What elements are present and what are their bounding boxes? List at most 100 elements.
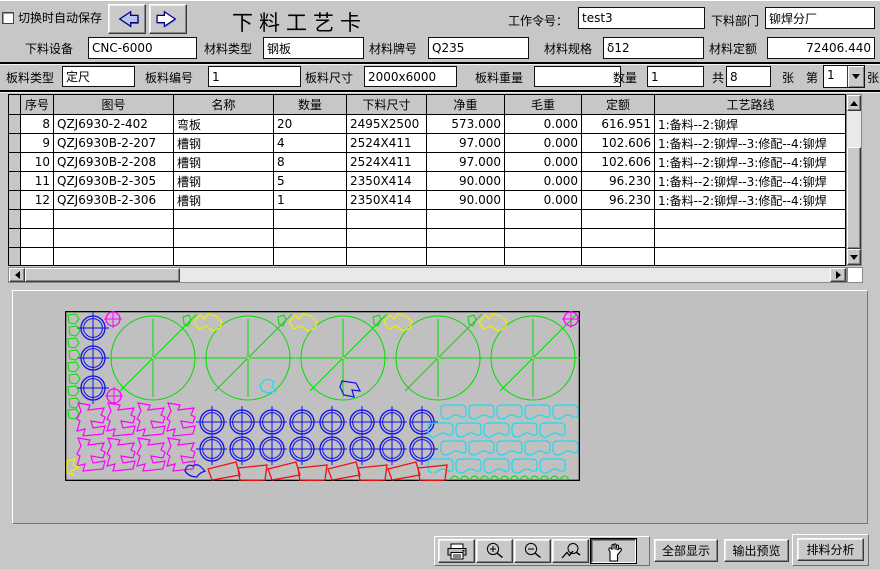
cell[interactable]: 槽钢 <box>174 191 274 210</box>
table-row[interactable]: 11QZJ6930B-2-305槽钢52350X41490.0000.00096… <box>9 172 845 191</box>
cell[interactable]: 2524X411 <box>347 134 427 153</box>
table-row[interactable] <box>9 210 845 229</box>
cell[interactable] <box>54 229 174 248</box>
cell[interactable]: 5 <box>274 172 347 191</box>
row-selector[interactable] <box>9 115 21 134</box>
cell[interactable]: 97.000 <box>427 134 505 153</box>
cell[interactable] <box>21 210 54 229</box>
cell[interactable]: QZJ6930B-2-305 <box>54 172 174 191</box>
cell[interactable]: 0.000 <box>505 153 582 172</box>
cell[interactable] <box>347 229 427 248</box>
print-button[interactable] <box>438 539 475 563</box>
cell[interactable]: 2495X2500 <box>347 115 427 134</box>
cell[interactable]: QZJ6930-2-402 <box>54 115 174 134</box>
table-row[interactable] <box>9 229 845 248</box>
cell[interactable]: 11 <box>21 172 54 191</box>
row-selector[interactable] <box>9 248 21 266</box>
nesting-analysis-button[interactable]: 排料分析 <box>797 538 864 561</box>
cell[interactable] <box>505 210 582 229</box>
cell[interactable] <box>347 210 427 229</box>
cell[interactable] <box>427 210 505 229</box>
scroll-right-button[interactable] <box>830 268 846 282</box>
current-sheet-combo[interactable]: 1 <box>823 65 865 88</box>
cell[interactable]: 0.000 <box>505 172 582 191</box>
cell[interactable]: 槽钢 <box>174 172 274 191</box>
material-grade-input[interactable] <box>428 37 529 59</box>
sheet-qty-input[interactable] <box>647 66 704 87</box>
table-row[interactable]: 12QZJ6930B-2-306槽钢12350X41490.0000.00096… <box>9 191 845 210</box>
cell[interactable] <box>655 229 846 248</box>
cell[interactable]: 102.606 <box>582 134 655 153</box>
cell[interactable] <box>505 229 582 248</box>
cell[interactable]: 573.000 <box>427 115 505 134</box>
scroll-left-button[interactable] <box>9 268 25 282</box>
cell[interactable]: 10 <box>21 153 54 172</box>
cell[interactable]: 1:备料--2:铆焊--3:修配--4:铆焊 <box>655 191 846 210</box>
device-input[interactable] <box>88 37 197 59</box>
row-selector[interactable] <box>9 134 21 153</box>
cell[interactable]: 90.000 <box>427 172 505 191</box>
material-type-input[interactable] <box>263 37 364 59</box>
material-quota-input[interactable] <box>767 37 875 59</box>
cell[interactable] <box>582 210 655 229</box>
cell[interactable] <box>347 248 427 266</box>
cell[interactable] <box>174 229 274 248</box>
cell[interactable]: QZJ6930B-2-208 <box>54 153 174 172</box>
cell[interactable] <box>655 248 846 266</box>
cell[interactable]: 0.000 <box>505 191 582 210</box>
cell[interactable]: 2350X414 <box>347 172 427 191</box>
cell[interactable]: 8 <box>274 153 347 172</box>
table-vscrollbar[interactable] <box>846 94 862 266</box>
autosave-checkbox[interactable] <box>2 12 14 24</box>
vscroll-thumb[interactable] <box>847 147 861 249</box>
cell[interactable]: 90.000 <box>427 191 505 210</box>
cell[interactable] <box>54 210 174 229</box>
row-selector[interactable] <box>9 210 21 229</box>
prev-record-button[interactable] <box>108 4 146 34</box>
department-input[interactable] <box>765 7 875 29</box>
cell[interactable]: 20 <box>274 115 347 134</box>
cell[interactable]: 616.951 <box>582 115 655 134</box>
cell[interactable] <box>655 210 846 229</box>
zoom-window-button[interactable] <box>552 539 589 563</box>
sheet-weight-input[interactable] <box>534 66 621 87</box>
cell[interactable]: 1:备料--2:铆焊--3:修配--4:铆焊 <box>655 134 846 153</box>
cell[interactable]: 1 <box>274 191 347 210</box>
parts-table[interactable]: 序号图号名称数量下料尺寸净重毛重定额工艺路线8QZJ6930-2-402弯板20… <box>8 94 846 266</box>
show-all-button[interactable]: 全部显示 <box>654 539 718 562</box>
cell[interactable]: QZJ6930B-2-207 <box>54 134 174 153</box>
cell[interactable]: 96.230 <box>582 172 655 191</box>
work-order-input[interactable] <box>578 7 705 29</box>
scroll-up-button[interactable] <box>847 95 861 111</box>
cell[interactable] <box>274 210 347 229</box>
cell[interactable]: 97.000 <box>427 153 505 172</box>
cell[interactable]: 槽钢 <box>174 134 274 153</box>
scroll-down-button[interactable] <box>847 249 861 265</box>
cell[interactable]: 1:备料--2:铆焊 <box>655 115 846 134</box>
row-selector[interactable] <box>9 172 21 191</box>
zoom-in-button[interactable] <box>476 539 513 563</box>
cell[interactable]: 1:备料--2:铆焊--3:修配--4:铆焊 <box>655 153 846 172</box>
cell[interactable] <box>274 248 347 266</box>
cell[interactable]: 0.000 <box>505 115 582 134</box>
zoom-out-button[interactable] <box>514 539 551 563</box>
cell[interactable]: QZJ6930B-2-306 <box>54 191 174 210</box>
table-row[interactable]: 9QZJ6930B-2-207槽钢42524X41197.0000.000102… <box>9 134 845 153</box>
sheet-total-input[interactable] <box>726 66 771 87</box>
cell[interactable] <box>174 210 274 229</box>
cell[interactable] <box>21 248 54 266</box>
cell[interactable]: 9 <box>21 134 54 153</box>
cell[interactable] <box>427 248 505 266</box>
output-preview-button[interactable]: 输出预览 <box>724 539 789 562</box>
cell[interactable]: 弯板 <box>174 115 274 134</box>
cell[interactable]: 2350X414 <box>347 191 427 210</box>
cell[interactable]: 96.230 <box>582 191 655 210</box>
cell[interactable]: 2524X411 <box>347 153 427 172</box>
nesting-preview-canvas[interactable] <box>65 311 580 481</box>
next-record-button[interactable] <box>149 4 187 34</box>
material-spec-input[interactable] <box>603 37 704 59</box>
sheet-type-input[interactable] <box>62 66 135 87</box>
row-selector[interactable] <box>9 229 21 248</box>
cell[interactable] <box>21 229 54 248</box>
cell[interactable]: 8 <box>21 115 54 134</box>
